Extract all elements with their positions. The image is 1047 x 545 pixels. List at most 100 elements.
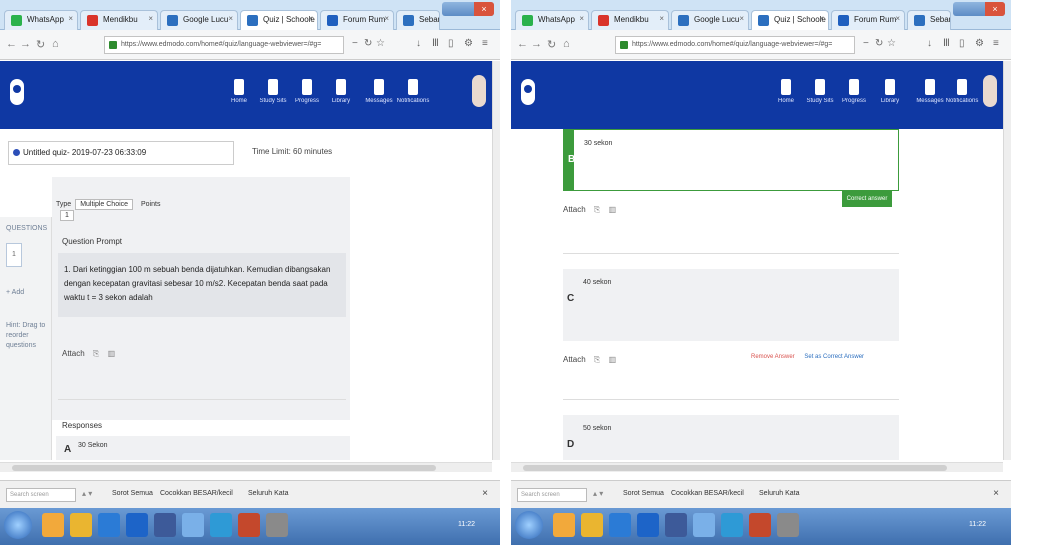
tab-google[interactable]: Google Lucu × bbox=[671, 10, 749, 30]
correct-answer-button[interactable]: Correct answer bbox=[842, 191, 892, 207]
whole-word-option[interactable]: Seluruh Kata bbox=[248, 490, 288, 497]
window-controls[interactable]: × bbox=[953, 2, 1005, 16]
library-attach-icon[interactable]: ▥ bbox=[609, 205, 617, 214]
reload-icon[interactable]: ↻ bbox=[36, 38, 45, 51]
paperclip-icon[interactable]: ⎘ bbox=[594, 355, 600, 365]
taskbar-app-chrome[interactable] bbox=[98, 513, 120, 537]
taskbar-app-other[interactable] bbox=[266, 513, 288, 537]
address-bar[interactable]: https://www.edmodo.com/home#/quiz/langua… bbox=[104, 36, 344, 54]
library-attach-icon[interactable]: ▥ bbox=[108, 349, 116, 358]
reload-icon[interactable]: ↻ bbox=[547, 38, 556, 51]
close-icon[interactable]: × bbox=[993, 488, 999, 499]
set-correct-link[interactable]: Set as Correct Answer bbox=[804, 354, 864, 360]
paperclip-icon[interactable]: ⎘ bbox=[594, 205, 600, 215]
taskbar-app-word[interactable] bbox=[665, 513, 687, 537]
back-icon[interactable]: ← bbox=[6, 38, 17, 50]
match-case-option[interactable]: Cocokkan BESAR/kecil bbox=[671, 490, 744, 497]
taskbar-app-folder[interactable] bbox=[553, 513, 575, 537]
refresh-small-icon[interactable]: ↻ bbox=[364, 38, 372, 49]
download-icon[interactable]: ↓ bbox=[416, 38, 421, 49]
taskbar-app-firefox[interactable] bbox=[126, 513, 148, 537]
close-icon[interactable]: × bbox=[148, 14, 153, 23]
question-prompt-input[interactable]: 1. Dari ketinggian 100 m sebuah benda di… bbox=[58, 253, 346, 317]
nav-library[interactable]: Library bbox=[873, 79, 907, 104]
nav-notifications[interactable]: Notifications bbox=[945, 79, 979, 104]
tab-google[interactable]: Google Lucu × bbox=[160, 10, 238, 30]
nav-messages[interactable]: Messages bbox=[362, 79, 396, 104]
taskbar-app-pdf[interactable] bbox=[238, 513, 260, 537]
scroll-thumb[interactable] bbox=[12, 465, 436, 471]
find-arrows[interactable]: ▴ ▾ bbox=[82, 489, 92, 498]
edmodo-logo[interactable] bbox=[521, 79, 535, 105]
window-close-icon[interactable]: × bbox=[985, 2, 1005, 16]
nav-study-sets[interactable]: Study Sits bbox=[803, 79, 837, 104]
library-attach-icon[interactable]: ▥ bbox=[609, 355, 617, 364]
scroll-thumb[interactable] bbox=[523, 465, 947, 471]
taskbar-app-folder[interactable] bbox=[42, 513, 64, 537]
tab-quiz[interactable]: Quiz | Schoole × bbox=[751, 10, 829, 30]
find-input[interactable]: Search screen bbox=[517, 488, 587, 502]
star-icon[interactable]: ☆ bbox=[376, 38, 385, 49]
sidebar-icon[interactable]: ▯ bbox=[959, 38, 965, 49]
taskbar-app-ie[interactable] bbox=[721, 513, 743, 537]
highlight-all-option[interactable]: Sorot Semua bbox=[112, 490, 153, 497]
remove-answer-link[interactable]: Remove Answer bbox=[751, 354, 795, 360]
download-icon[interactable]: ↓ bbox=[927, 38, 932, 49]
quiz-title-field[interactable]: Untitled quiz- 2019-07-23 06:33:09 bbox=[8, 141, 234, 165]
answer-d[interactable]: D 50 sekon bbox=[563, 415, 899, 460]
avatar[interactable] bbox=[472, 75, 486, 107]
close-icon[interactable]: × bbox=[482, 488, 488, 499]
nav-progress[interactable]: Progress bbox=[837, 79, 871, 104]
tab-whatsapp[interactable]: WhatsApp × bbox=[515, 10, 589, 30]
time-limit[interactable]: Time Limit: 60 minutes bbox=[252, 147, 332, 156]
paperclip-icon[interactable]: ⎘ bbox=[93, 349, 99, 359]
tab-mendikbud[interactable]: Mendikbu × bbox=[80, 10, 158, 30]
question-type-select[interactable]: Multiple Choice bbox=[75, 199, 134, 210]
close-icon[interactable]: × bbox=[308, 14, 313, 23]
addon-icon[interactable]: ⚙ bbox=[975, 38, 984, 49]
add-question-button[interactable]: + Add bbox=[6, 289, 24, 296]
star-icon[interactable]: ☆ bbox=[887, 38, 896, 49]
tab-whatsapp[interactable]: WhatsApp × bbox=[4, 10, 78, 30]
address-bar[interactable]: https://www.edmodo.com/home#/quiz/langua… bbox=[615, 36, 855, 54]
nav-messages[interactable]: Messages bbox=[913, 79, 947, 104]
close-icon[interactable]: × bbox=[228, 14, 233, 23]
sidebar-icon[interactable]: ▯ bbox=[448, 38, 454, 49]
menu-icon[interactable]: ≡ bbox=[993, 38, 999, 49]
taskbar-app-explorer[interactable] bbox=[70, 513, 92, 537]
tab-sebang[interactable]: Sebang lalu bbox=[907, 10, 951, 30]
addon-icon[interactable]: ⚙ bbox=[464, 38, 473, 49]
taskbar-app-files[interactable] bbox=[182, 513, 204, 537]
refresh-small-icon[interactable]: ↻ bbox=[875, 38, 883, 49]
taskbar-app-ie[interactable] bbox=[210, 513, 232, 537]
tab-mendikbud[interactable]: Mendikbu × bbox=[591, 10, 669, 30]
taskbar-app-other[interactable] bbox=[777, 513, 799, 537]
close-icon[interactable]: × bbox=[384, 14, 389, 23]
edmodo-logo[interactable] bbox=[10, 79, 24, 105]
nav-home[interactable]: Home bbox=[769, 79, 803, 104]
find-input[interactable]: Search screen bbox=[6, 488, 76, 502]
nav-notifications[interactable]: Notifications bbox=[396, 79, 430, 104]
window-controls[interactable]: × bbox=[442, 2, 494, 16]
answer-c[interactable]: C 40 sekon bbox=[563, 269, 899, 341]
tab-sebang[interactable]: Sebang lalu bbox=[396, 10, 440, 30]
avatar[interactable] bbox=[983, 75, 997, 107]
nav-study-sets[interactable]: Study Sits bbox=[256, 79, 290, 104]
taskbar-app-files[interactable] bbox=[693, 513, 715, 537]
horizontal-scrollbar[interactable] bbox=[511, 462, 1003, 472]
close-icon[interactable]: × bbox=[68, 14, 73, 23]
highlight-all-option[interactable]: Sorot Semua bbox=[623, 490, 664, 497]
sidebar-question-1[interactable]: 1 bbox=[6, 243, 22, 267]
answer-a[interactable]: A 30 Sekon bbox=[56, 436, 350, 460]
answer-b-correct[interactable]: B 30 sekon bbox=[563, 129, 899, 191]
back-icon[interactable]: ← bbox=[517, 38, 528, 50]
close-icon[interactable]: × bbox=[895, 14, 900, 23]
nav-home[interactable]: Home bbox=[222, 79, 256, 104]
tab-quiz[interactable]: Quiz | Schoole × bbox=[240, 10, 318, 30]
taskbar-app-pdf[interactable] bbox=[749, 513, 771, 537]
start-button[interactable] bbox=[4, 511, 32, 539]
close-icon[interactable]: × bbox=[659, 14, 664, 23]
nav-progress[interactable]: Progress bbox=[290, 79, 324, 104]
taskbar-app-chrome[interactable] bbox=[609, 513, 631, 537]
tab-forum[interactable]: Forum Rum × bbox=[831, 10, 905, 30]
